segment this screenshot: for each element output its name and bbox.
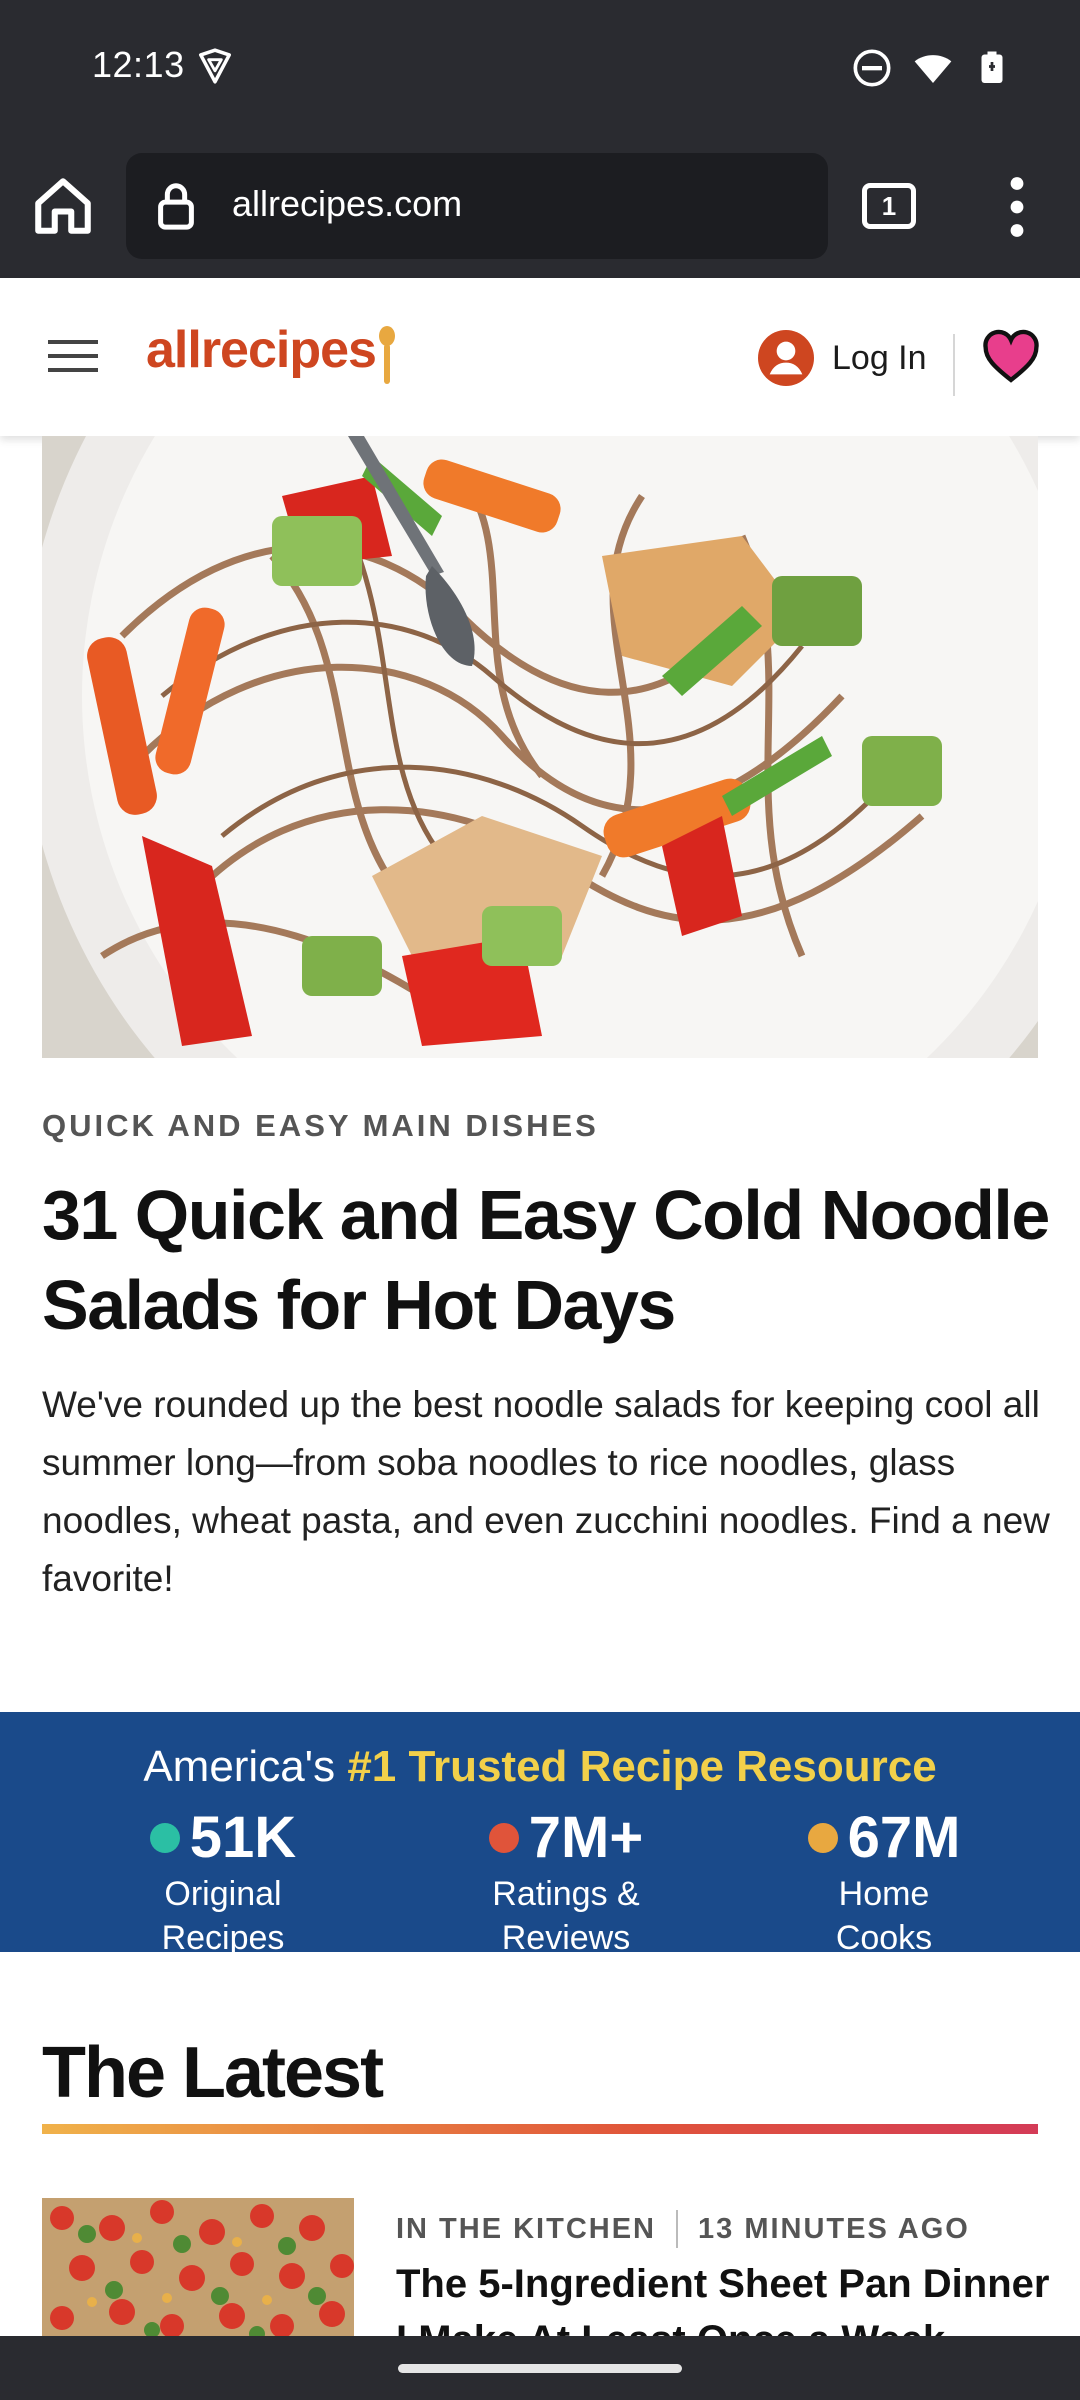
trust-title: America's #1 Trusted Recipe Resource [0,1742,1080,1792]
stat-value: 7M+ [528,1805,644,1870]
site-header: allrecipes Log In [0,278,1080,436]
heart-icon[interactable] [982,328,1040,386]
article-card[interactable]: IN THE KITCHEN 13 MINUTES AGO The 5-Ingr… [42,2198,1049,2362]
article-meta: IN THE KITCHEN 13 MINUTES AGO [396,2210,970,2248]
red-dot-icon [488,1823,519,1853]
meta-divider [676,2210,678,2248]
url-text[interactable]: allrecipes.com [232,183,462,225]
stat-label: Original Recipes [161,1875,285,1957]
hero-description: We've rounded up the best noodle salads … [42,1384,1050,1599]
stat-label: Home Cooks [835,1875,933,1957]
login-label[interactable]: Log In [832,339,927,378]
home-icon[interactable] [30,173,96,239]
hero-title[interactable]: 31 Quick and Easy Cold Noodle Salads for… [42,1170,1052,1350]
stat-original-recipes: 51K Original Recipes [100,1804,346,1960]
article-category[interactable]: IN THE KITCHEN [396,2213,656,2246]
hamburger-icon[interactable] [48,338,98,374]
address-bar[interactable]: allrecipes.com [126,153,828,259]
stat-ratings-reviews: 7M+ Ratings & Reviews [428,1804,704,1960]
article-time: 13 MINUTES AGO [698,2212,970,2245]
stat-label: Ratings & Reviews [492,1875,640,1957]
browser-toolbar: allrecipes.com 1 [0,135,1080,278]
orange-dot-icon [807,1823,838,1853]
spoon-icon [379,326,395,384]
article-thumbnail[interactable] [42,2198,354,2340]
tabs-button[interactable]: 1 [862,183,916,229]
status-time: 12:13 [92,44,185,85]
stat-value: 51K [189,1805,297,1870]
do-not-disturb-icon [853,49,891,87]
battery-icon [981,51,1003,83]
trust-title-prefix: America's [143,1742,336,1791]
status-bar: 12:13 [0,0,1080,135]
latest-heading: The Latest [42,2033,384,2113]
teal-dot-icon [149,1823,180,1853]
trust-title-accent: #1 Trusted Recipe Resource [347,1742,937,1791]
lock-icon[interactable] [156,181,196,231]
home-gesture-handle[interactable] [398,2364,682,2373]
system-navigation-bar [0,2336,1080,2400]
latest-divider [42,2124,1038,2134]
user-icon[interactable] [758,330,814,386]
trust-banner: America's #1 Trusted Recipe Resource 51K… [0,1712,1080,1957]
wifi-icon [914,55,952,83]
header-divider [953,334,955,396]
more-vert-icon[interactable] [1000,175,1034,239]
stat-value: 67M [847,1805,961,1870]
hero-image[interactable] [42,436,1038,1058]
allrecipes-logo[interactable]: allrecipes [146,320,377,380]
stat-home-cooks: 67M Home Cooks [786,1804,982,1960]
login-button[interactable]: Log In [758,326,927,390]
vpn-icon [199,48,231,84]
hero-category[interactable]: QUICK AND EASY MAIN DISHES [42,1108,599,1144]
